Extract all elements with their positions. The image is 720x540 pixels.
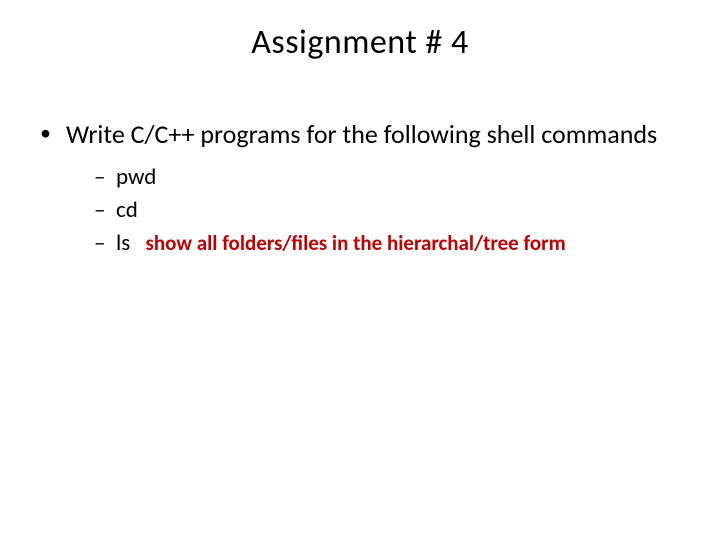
cmd-note: show all folders/files in the hierarchal…: [145, 230, 565, 256]
sub-item-cd: – cd: [94, 194, 680, 227]
slide-title: Assignment # 4: [0, 22, 720, 63]
sub-list: – pwd – cd – ls show all folders/files i…: [94, 161, 680, 261]
bullet-glyph: •: [40, 118, 66, 151]
dash-glyph: –: [94, 194, 116, 227]
cmd-label: cd: [116, 196, 138, 224]
dash-glyph: –: [94, 161, 116, 194]
cmd-label: pwd: [116, 163, 156, 191]
bullet-item-main: • Write C/C++ programs for the following…: [40, 118, 680, 151]
sub-item-pwd: – pwd: [94, 161, 680, 194]
sub-item-ls: – ls show all folders/files in the hiera…: [94, 227, 680, 260]
dash-glyph: –: [94, 227, 116, 260]
sub-item-label: ls show all folders/files in the hierarc…: [116, 227, 680, 260]
bullet-text: Write C/C++ programs for the following s…: [66, 118, 680, 151]
slide: Assignment # 4 • Write C/C++ programs fo…: [0, 0, 720, 540]
sub-item-label: cd: [116, 194, 680, 227]
sub-item-label: pwd: [116, 161, 680, 194]
cmd-label: ls: [116, 229, 130, 257]
slide-body: • Write C/C++ programs for the following…: [40, 118, 680, 261]
